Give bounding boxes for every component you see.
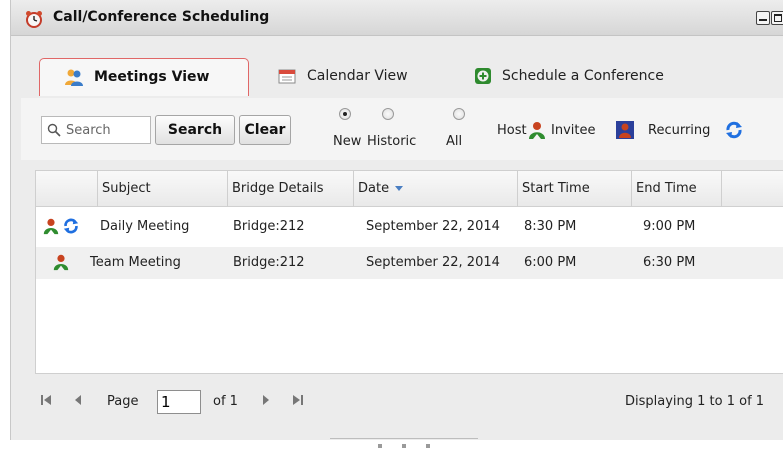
tab-schedule-conference-label: Schedule a Conference [502, 68, 664, 84]
cell-date: September 22, 2014 [366, 255, 500, 270]
last-page-icon[interactable] [291, 393, 305, 407]
people-icon [65, 69, 83, 86]
filter-all-radio[interactable] [453, 108, 465, 120]
recurring-icon [726, 121, 742, 139]
cell-bridge: Bridge:212 [233, 219, 305, 234]
resize-grip[interactable] [330, 438, 478, 450]
plus-circle-icon [475, 68, 491, 84]
scheduling-window: Call/Conference Scheduling Meetings View… [10, 0, 783, 440]
page-count-label: of 1 [213, 394, 238, 409]
alarm-clock-icon [26, 11, 42, 28]
filter-all-label: All [446, 134, 463, 149]
minimize-button[interactable] [756, 11, 770, 25]
tab-meetings-view-label: Meetings View [94, 69, 210, 85]
cell-end-time: 6:30 PM [643, 255, 696, 270]
calendar-icon [278, 69, 296, 84]
page-label: Page [107, 394, 139, 409]
column-bridge-details[interactable]: Bridge Details [228, 171, 354, 207]
toolbar: Search Clear New Historic All Host Invit… [21, 98, 783, 160]
grip-dot [426, 444, 430, 448]
cell-subject: Daily Meeting [100, 219, 190, 234]
column-subject[interactable]: Subject [98, 171, 228, 207]
recurring-icon [63, 218, 79, 234]
table-header: Subject Bridge Details Date Start Time E… [36, 171, 783, 207]
search-box[interactable] [41, 116, 151, 144]
window-title: Call/Conference Scheduling [53, 9, 270, 25]
cell-end-time: 9:00 PM [643, 219, 696, 234]
column-end-time[interactable]: End Time [632, 171, 722, 207]
column-date-label: Date [358, 181, 390, 196]
next-page-icon[interactable] [259, 393, 273, 407]
tab-calendar-view-label: Calendar View [307, 68, 408, 84]
legend-recurring-label: Recurring [648, 123, 711, 138]
grip-dot [402, 444, 406, 448]
legend-invitee-label: Invitee [551, 123, 596, 138]
filter-historic-label: Historic [367, 134, 417, 149]
maximize-button[interactable] [771, 11, 783, 25]
view-tabs: Meetings View Calendar View Schedule a C… [11, 36, 783, 98]
invitee-icon [616, 121, 634, 139]
tab-calendar-view[interactable]: Calendar View [273, 58, 453, 96]
tab-meetings-view[interactable]: Meetings View [39, 58, 249, 96]
cell-start-time: 8:30 PM [524, 219, 577, 234]
first-page-icon[interactable] [39, 393, 53, 407]
legend-host-label: Host [497, 123, 527, 138]
previous-page-icon[interactable] [71, 393, 85, 407]
clear-button[interactable]: Clear [239, 115, 291, 145]
tab-schedule-conference[interactable]: Schedule a Conference [469, 58, 709, 96]
title-bar: Call/Conference Scheduling [11, 0, 783, 36]
table-row[interactable]: Team Meeting Bridge:212 September 22, 20… [36, 247, 783, 279]
column-filler [722, 171, 783, 207]
page-number-input[interactable] [157, 390, 201, 414]
filter-new-radio[interactable] [339, 108, 351, 120]
search-icon [47, 123, 61, 137]
host-icon [43, 218, 59, 235]
filter-new-label: New [333, 134, 362, 149]
grip-dot [378, 444, 382, 448]
column-date[interactable]: Date [354, 171, 518, 207]
pagination-bar: Page of 1 Displaying 1 to 1 of 1 [21, 380, 783, 440]
display-count-text: Displaying 1 to 1 of 1 [625, 394, 765, 409]
table-row[interactable]: Daily Meeting Bridge:212 September 22, 2… [36, 211, 783, 243]
search-input[interactable] [64, 120, 148, 140]
cell-date: September 22, 2014 [366, 219, 500, 234]
column-start-time[interactable]: Start Time [518, 171, 632, 207]
search-button[interactable]: Search [155, 115, 235, 145]
column-icons [36, 171, 98, 207]
meetings-table: Subject Bridge Details Date Start Time E… [35, 170, 783, 374]
host-icon [53, 254, 69, 271]
sort-desc-icon [395, 186, 404, 191]
cell-subject: Team Meeting [90, 255, 181, 270]
host-icon [529, 122, 545, 139]
cell-bridge: Bridge:212 [233, 255, 305, 270]
filter-historic-radio[interactable] [382, 108, 394, 120]
cell-start-time: 6:00 PM [524, 255, 577, 270]
